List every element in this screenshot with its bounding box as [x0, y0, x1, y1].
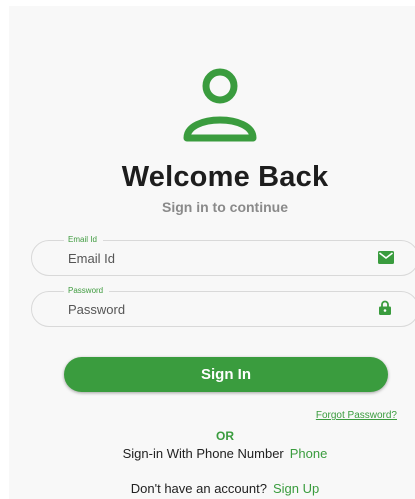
password-field[interactable]: Password: [31, 286, 415, 327]
sign-in-button[interactable]: Sign In: [64, 357, 388, 392]
lock-icon: [379, 300, 391, 315]
email-field[interactable]: Email Id: [31, 235, 415, 276]
phone-signin-row: Sign-in With Phone Number Phone: [9, 446, 415, 461]
login-screen: Welcome Back Sign in to continue Email I…: [9, 6, 415, 499]
page-title: Welcome Back: [121, 161, 329, 193]
signup-prompt: Don't have an account?: [130, 481, 267, 496]
or-divider: OR: [216, 429, 234, 443]
forgot-password-link[interactable]: Forgot Password?: [316, 410, 397, 421]
email-input[interactable]: [68, 243, 358, 273]
password-input[interactable]: [68, 294, 358, 324]
mail-icon: [378, 251, 394, 264]
page-subtitle: Sign in to continue: [162, 199, 288, 215]
signup-row: Don't have an account? Sign Up: [9, 481, 415, 496]
phone-signin-link[interactable]: Phone: [290, 446, 328, 461]
sign-up-link[interactable]: Sign Up: [273, 481, 319, 496]
user-avatar-icon: [183, 68, 257, 142]
phone-signin-prompt: Sign-in With Phone Number: [122, 446, 284, 461]
